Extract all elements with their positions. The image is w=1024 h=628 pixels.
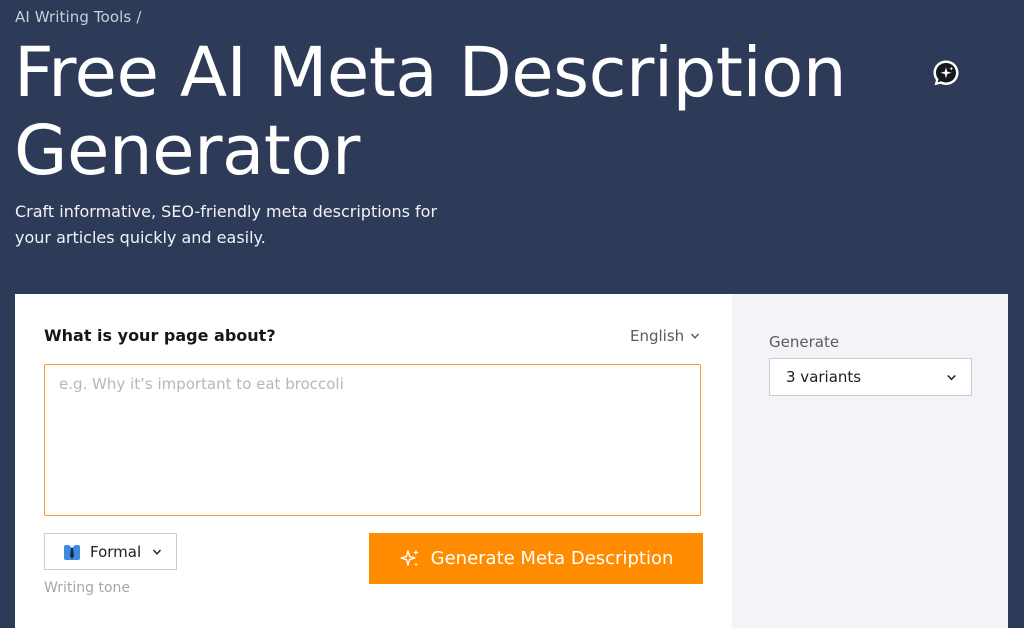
- chevron-down-icon: [947, 374, 956, 380]
- page-subtitle: Craft informative, SEO-friendly meta des…: [15, 202, 438, 247]
- generate-button-label: Generate Meta Description: [430, 548, 674, 569]
- page-title: Free AI Meta Description Generator: [14, 33, 847, 191]
- generate-count-label: Generate: [769, 333, 840, 351]
- topic-question-label: What is your page about?: [44, 326, 276, 345]
- writing-tone-caption: Writing tone: [44, 580, 130, 596]
- language-select[interactable]: English: [630, 327, 700, 345]
- variants-select[interactable]: 3 variants: [769, 358, 972, 396]
- options-panel: Generate 3 variants: [732, 294, 1008, 628]
- writing-tone-value: Formal: [90, 542, 142, 561]
- writing-tone-select[interactable]: Formal: [44, 533, 177, 570]
- breadcrumb-link-ai-writing-tools[interactable]: AI Writing Tools: [15, 8, 131, 26]
- sparkle-icon: [399, 549, 419, 566]
- necktie-icon: [64, 544, 80, 560]
- page: AI Writing Tools / Free AI Meta Descripti…: [0, 0, 1024, 628]
- variants-value: 3 variants: [786, 368, 862, 386]
- ai-chat-bubble-icon[interactable]: [932, 59, 960, 87]
- chevron-down-icon: [153, 549, 162, 555]
- generate-meta-description-button[interactable]: Generate Meta Description: [369, 533, 703, 584]
- breadcrumb-separator: /: [136, 8, 142, 26]
- breadcrumb: AI Writing Tools /: [15, 8, 142, 26]
- chevron-down-icon: [691, 333, 700, 339]
- generator-card: What is your page about? English Formal …: [15, 294, 1008, 628]
- topic-textarea[interactable]: [44, 364, 701, 516]
- language-value: English: [630, 327, 685, 345]
